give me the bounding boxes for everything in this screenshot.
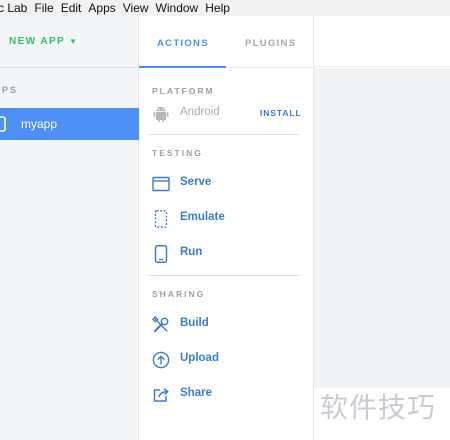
upload-icon [152,351,170,369]
menu-app-name[interactable]: c Lab [0,0,27,16]
tab-plugins[interactable]: PLUGINS [245,38,296,49]
menu-file[interactable]: File [34,0,53,16]
run-label: Run [180,246,203,258]
serve-label: Serve [180,176,212,188]
section-divider [148,134,300,135]
app-list-item-myapp[interactable]: myapp [0,108,139,140]
menu-view[interactable]: View [123,0,149,16]
menu-apps[interactable]: Apps [88,0,115,16]
build-label: Build [180,317,209,329]
testing-heading: TESTING [152,148,203,158]
content-area [314,16,450,440]
build-action[interactable]: Build [152,314,302,336]
content-header [314,16,450,67]
share-action[interactable]: Share [152,384,302,406]
section-divider [148,275,300,276]
menu-bar: c Lab File Edit Apps View Window Help [0,0,450,16]
apps-heading: PPS [0,85,19,95]
sharing-heading: SHARING [152,289,206,299]
content-placeholder [314,68,450,388]
emulate-action[interactable]: Emulate [152,208,302,230]
watermark-text: 软件技巧 [320,391,437,424]
app-device-icon [0,116,6,132]
actions-panel: ACTIONS PLUGINS PLATFORM Android INSTALL… [139,16,314,440]
app-name: myapp [21,117,58,131]
android-label: Android [180,106,220,118]
upload-action[interactable]: Upload [152,349,302,371]
tab-actions[interactable]: ACTIONS [157,38,209,49]
caret-down-icon: ▼ [69,37,79,46]
share-icon [153,388,169,402]
browser-window-icon [152,176,170,192]
new-app-button[interactable]: NEW APP ▼ [9,36,78,47]
serve-action[interactable]: Serve [152,173,302,195]
android-icon [153,107,169,122]
share-label: Share [180,387,212,399]
menu-edit[interactable]: Edit [61,0,82,16]
menu-help[interactable]: Help [205,0,230,16]
emulate-device-icon [154,210,168,228]
apps-sidebar: NEW APP▼ PPS myapp [0,16,139,440]
build-tools-icon [152,316,169,332]
install-android-button[interactable]: INSTALL [260,108,302,118]
sidebar-divider [0,67,139,68]
platform-heading: PLATFORM [152,86,215,96]
active-tab-indicator [139,66,226,68]
run-action[interactable]: Run [152,243,302,265]
upload-label: Upload [180,352,219,364]
menu-window[interactable]: Window [156,0,199,16]
new-app-label: NEW APP [9,36,66,47]
emulate-label: Emulate [180,211,225,223]
tab-bar: ACTIONS PLUGINS [139,16,314,68]
phone-icon [154,245,168,263]
